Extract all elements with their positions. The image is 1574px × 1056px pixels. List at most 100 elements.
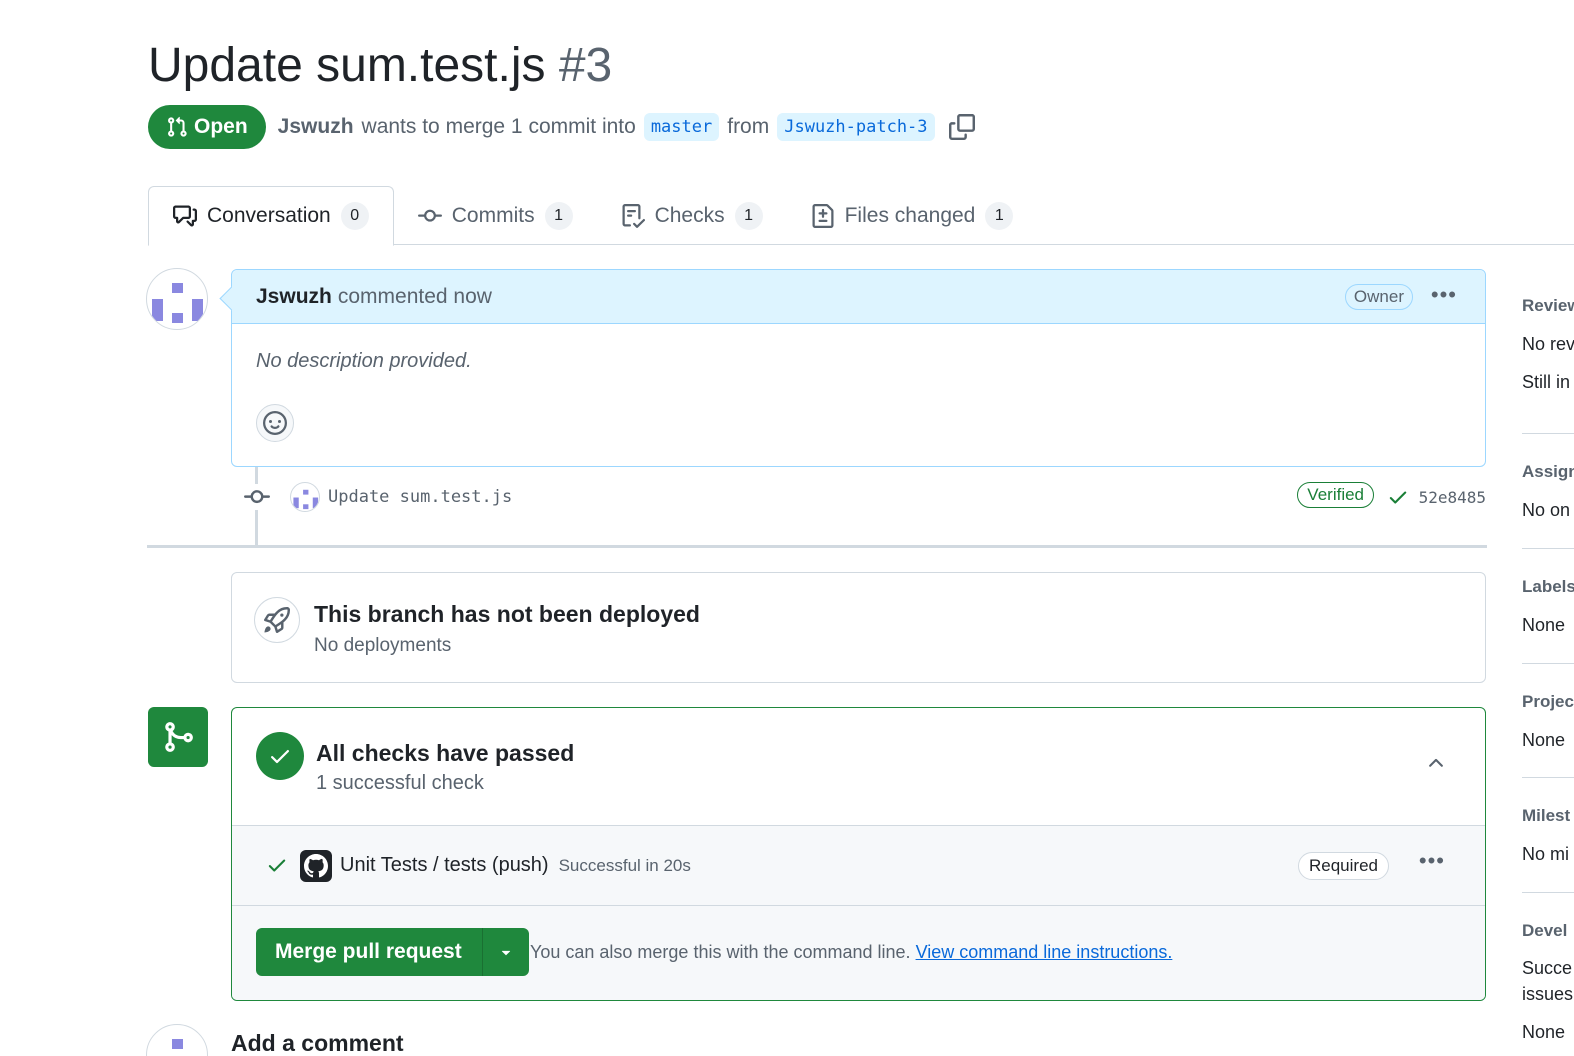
- command-line-instructions-link[interactable]: View command line instructions.: [916, 942, 1173, 962]
- smiley-icon: [263, 411, 287, 435]
- base-branch[interactable]: master: [643, 113, 720, 141]
- identicon-icon: [152, 283, 203, 323]
- check-icon: [266, 854, 288, 881]
- sidebar-development[interactable]: Devel Succe issues None: [1522, 921, 1574, 1043]
- merge-hint-text: You can also merge this with the command…: [530, 942, 911, 962]
- kebab-menu-icon[interactable]: •••: [1431, 282, 1457, 308]
- github-icon: [300, 850, 332, 882]
- checks-subtitle: 1 successful check: [316, 772, 484, 794]
- deploy-subtitle: No deployments: [314, 635, 452, 656]
- tab-files-changed[interactable]: Files changed 1: [787, 186, 1038, 245]
- tab-counter: 1: [544, 201, 573, 230]
- checklist-icon: [622, 203, 645, 228]
- sidebar-labels[interactable]: Labels None: [1522, 577, 1574, 636]
- sidebar-heading: Labels: [1522, 577, 1574, 596]
- identicon-icon: [293, 489, 319, 510]
- sidebar-text: None: [1522, 615, 1566, 635]
- tab-label: Checks: [654, 203, 725, 227]
- tab-label: Conversation: [207, 204, 331, 227]
- check-status: Successful in 20s: [558, 856, 691, 875]
- check-name[interactable]: Unit Tests / tests (push) Successful in 2…: [340, 854, 691, 877]
- owner-badge: Owner: [1344, 284, 1413, 310]
- comment-discussion-icon: [173, 205, 197, 227]
- tab-conversation[interactable]: Conversation 0: [148, 186, 394, 246]
- check-title: Unit Tests / tests (push): [340, 854, 549, 876]
- sidebar-assignees[interactable]: Assign No on: [1522, 462, 1574, 521]
- pr-tabs: Conversation 0 Commits 1 Checks 1 Files …: [148, 186, 1574, 246]
- file-diff-icon: [812, 203, 834, 228]
- merge-text: wants to merge 1 commit into: [361, 115, 636, 138]
- commit-avatar[interactable]: [290, 482, 320, 512]
- comment-body: No description provided.: [256, 350, 472, 372]
- sidebar-heading: Review: [1522, 296, 1574, 315]
- avatar[interactable]: [146, 1024, 208, 1056]
- merge-description: Jswuzh wants to merge 1 commit into mast…: [278, 113, 935, 141]
- check-item: Unit Tests / tests (push) Successful in 2…: [232, 826, 1485, 906]
- merge-method-dropdown[interactable]: [482, 928, 529, 976]
- comment-header: Jswuzh commented now Owner •••: [232, 270, 1485, 324]
- tab-counter: 1: [734, 201, 763, 230]
- sidebar-divider: [1522, 663, 1574, 664]
- comment-time[interactable]: commented now: [338, 285, 492, 309]
- copy-icon: [948, 114, 975, 140]
- checks-title: All checks have passed: [316, 740, 575, 766]
- copy-branch-button[interactable]: [947, 112, 977, 142]
- author-link[interactable]: Jswuzh: [278, 115, 354, 139]
- deploy-title: This branch has not been deployed: [314, 601, 700, 627]
- rocket-icon: [254, 597, 300, 643]
- commit-status: 52e8485: [1387, 486, 1486, 508]
- merge-button-group: Merge pull request: [256, 928, 529, 976]
- sidebar-heading: Assign: [1522, 462, 1574, 481]
- kebab-menu-icon[interactable]: •••: [1419, 848, 1445, 874]
- sidebar-text: No on: [1522, 500, 1571, 520]
- from-text: from: [727, 115, 770, 138]
- merge-pull-request-button[interactable]: Merge pull request: [256, 928, 483, 976]
- commit-message[interactable]: Update sum.test.js: [328, 487, 512, 507]
- commit-row: Update sum.test.js Verified 52e8485: [244, 478, 1486, 516]
- sidebar-text: Succe: [1522, 958, 1573, 978]
- merge-box: All checks have passed 1 successful chec…: [231, 707, 1486, 1001]
- sidebar-text: No rev: [1522, 334, 1574, 354]
- sidebar-heading: Projec: [1522, 692, 1574, 711]
- check-icon: [1389, 491, 1406, 504]
- tab-checks[interactable]: Checks 1: [597, 186, 787, 245]
- pr-title: Update sum.test.js #3: [148, 38, 612, 93]
- required-badge: Required: [1298, 852, 1389, 880]
- tab-counter: 0: [340, 202, 369, 230]
- tab-label: Files changed: [844, 203, 976, 227]
- head-branch[interactable]: Jswuzh-patch-3: [777, 113, 935, 141]
- state-label: Open: [194, 115, 248, 138]
- tab-commits[interactable]: Commits 1: [394, 186, 597, 245]
- sidebar-divider: [1522, 777, 1574, 778]
- sidebar-text: Still in: [1522, 372, 1571, 392]
- identicon-icon: [172, 1039, 183, 1049]
- sidebar-text: issues: [1522, 984, 1574, 1004]
- sidebar-heading: Devel: [1522, 921, 1568, 940]
- timeline-divider: [147, 545, 1487, 548]
- add-reaction-button[interactable]: [256, 404, 294, 442]
- commit-icon: [244, 484, 270, 510]
- avatar[interactable]: [146, 268, 208, 330]
- deployment-box: This branch has not been deployed No dep…: [231, 572, 1486, 683]
- add-comment-heading: Add a comment: [231, 1030, 404, 1056]
- tab-label: Commits: [451, 203, 535, 227]
- pull-request-icon: [168, 116, 187, 137]
- sidebar-reviewers[interactable]: Review No rev Still in: [1522, 296, 1574, 393]
- commit-icon: [417, 209, 442, 222]
- check-circle-icon: [256, 732, 304, 780]
- sidebar-projects[interactable]: Projec None: [1522, 692, 1574, 751]
- triangle-down-icon: [501, 950, 510, 956]
- sidebar-divider: [1522, 433, 1574, 434]
- pr-description-comment: Jswuzh commented now Owner ••• No descri…: [231, 269, 1486, 467]
- sidebar-text: None: [1522, 1022, 1566, 1042]
- sidebar-heading: Milest: [1522, 806, 1571, 825]
- commit-sha[interactable]: 52e8485: [1419, 488, 1486, 507]
- sidebar: Review No rev Still in Assign No on Labe…: [1522, 280, 1574, 1056]
- sidebar-milestone[interactable]: Milest No mi: [1522, 806, 1574, 865]
- merge-hint: You can also merge this with the command…: [530, 942, 1172, 963]
- sidebar-divider: [1522, 892, 1574, 893]
- verified-badge[interactable]: Verified: [1297, 482, 1374, 508]
- pr-number: #3: [558, 39, 613, 92]
- comment-author[interactable]: Jswuzh: [256, 285, 332, 309]
- chevron-up-icon[interactable]: [1425, 752, 1447, 779]
